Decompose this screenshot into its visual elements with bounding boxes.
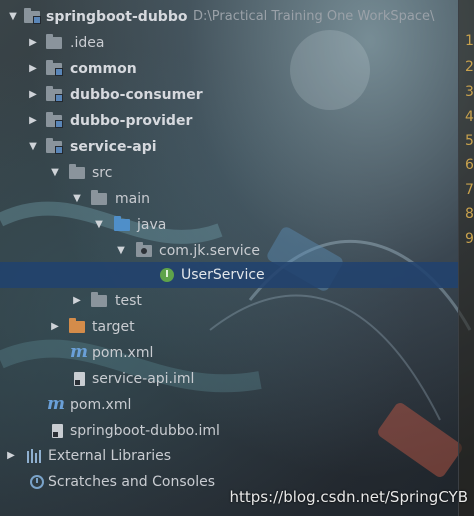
- tree-row-userservice[interactable]: I UserService: [0, 262, 458, 288]
- libraries-icon: [26, 448, 42, 464]
- maven-icon: m: [47, 394, 65, 414]
- expanded-arrow-icon[interactable]: ▼: [114, 238, 128, 264]
- watermark-text: https://blog.csdn.net/SpringCYB: [229, 488, 468, 506]
- tree-item-label: dubbo-consumer: [70, 87, 203, 103]
- module-folder-icon: [46, 60, 63, 76]
- tree-item-label: UserService: [181, 267, 265, 283]
- collapsed-arrow-icon[interactable]: ▶: [48, 314, 62, 340]
- tree-row-src[interactable]: ▼ src: [0, 160, 458, 186]
- tree-item-label: test: [115, 293, 142, 309]
- tree-row-java[interactable]: ▼ java: [0, 212, 458, 238]
- tree-item-label: common: [70, 61, 137, 77]
- iml-file-icon: [74, 372, 85, 386]
- tree-row-test[interactable]: ▶ test: [0, 288, 458, 314]
- tree-row-dubbo-consumer[interactable]: ▶ dubbo-consumer: [0, 82, 458, 108]
- tree-item-label: .idea: [70, 35, 105, 51]
- line-number: 9: [465, 231, 474, 247]
- tree-row-module-pom[interactable]: m pom.xml: [0, 340, 458, 366]
- tree-item-label: service-api: [70, 139, 157, 155]
- source-folder-icon: [114, 216, 130, 231]
- folder-icon: [91, 190, 107, 205]
- line-number: 3: [465, 84, 474, 100]
- tree-item-label: pom.xml: [92, 345, 154, 361]
- collapsed-arrow-icon[interactable]: ▶: [26, 108, 40, 134]
- tree-row-dubbo-provider[interactable]: ▶ dubbo-provider: [0, 108, 458, 134]
- collapsed-arrow-icon[interactable]: ▶: [70, 288, 84, 314]
- tree-item-label: springboot-dubbo.iml: [70, 423, 220, 439]
- collapsed-arrow-icon[interactable]: ▶: [26, 30, 40, 56]
- tree-row-service-api[interactable]: ▼ service-api: [0, 134, 458, 160]
- tree-item-label: External Libraries: [48, 448, 171, 464]
- project-tree: ▼ springboot-dubbo D:\Practical Training…: [0, 0, 458, 516]
- tree-item-label: Scratches and Consoles: [48, 474, 215, 490]
- project-root-name: springboot-dubbo: [46, 9, 188, 25]
- collapsed-arrow-icon[interactable]: ▶: [26, 56, 40, 82]
- line-number: 4: [465, 109, 474, 125]
- tree-item-label: com.jk.service: [159, 243, 260, 259]
- tree-row-main[interactable]: ▼ main: [0, 186, 458, 212]
- tree-item-label: src: [92, 165, 113, 181]
- tree-row-idea[interactable]: ▶ .idea: [0, 30, 458, 56]
- line-number: 7: [465, 182, 474, 198]
- line-number: 8: [465, 206, 474, 222]
- expanded-arrow-icon[interactable]: ▼: [48, 160, 62, 186]
- tree-row-common[interactable]: ▶ common: [0, 56, 458, 82]
- line-number: 6: [465, 157, 474, 173]
- tree-item-label: main: [115, 191, 150, 207]
- expanded-arrow-icon[interactable]: ▼: [70, 186, 84, 212]
- collapsed-arrow-icon[interactable]: ▶: [26, 82, 40, 108]
- maven-icon: m: [70, 342, 88, 362]
- tree-row-root-pom[interactable]: m pom.xml: [0, 392, 458, 418]
- tree-row-module-iml[interactable]: service-api.iml: [0, 366, 458, 392]
- line-number: 1: [465, 33, 474, 49]
- tree-row-package[interactable]: ▼ com.jk.service: [0, 238, 458, 264]
- tree-item-label: java: [137, 217, 167, 233]
- project-root-path: D:\Practical Training One WorkSpace\: [193, 9, 435, 24]
- module-folder-icon: [46, 86, 63, 102]
- iml-file-icon: [52, 424, 63, 438]
- line-number: 5: [465, 133, 474, 149]
- excluded-folder-icon: [69, 318, 85, 333]
- tree-item-label: target: [92, 319, 135, 335]
- module-folder-icon: [46, 138, 63, 154]
- tree-item-label: dubbo-provider: [70, 113, 193, 129]
- tree-row-target[interactable]: ▶ target: [0, 314, 458, 340]
- package-icon: [136, 242, 152, 257]
- line-number: 2: [465, 59, 474, 75]
- tree-item-label: service-api.iml: [92, 371, 195, 387]
- interface-icon: I: [160, 268, 174, 282]
- collapsed-arrow-icon[interactable]: ▶: [4, 443, 18, 469]
- folder-icon: [46, 34, 62, 49]
- module-folder-icon: [46, 112, 63, 128]
- folder-icon: [91, 292, 107, 307]
- tree-row-external-libraries[interactable]: ▶ External Libraries: [0, 443, 458, 469]
- expanded-arrow-icon[interactable]: ▼: [26, 134, 40, 160]
- tree-row-root-iml[interactable]: springboot-dubbo.iml: [0, 418, 458, 444]
- tree-item-label: pom.xml: [70, 397, 132, 413]
- scratches-icon: [30, 475, 44, 489]
- expanded-arrow-icon[interactable]: ▼: [92, 212, 106, 238]
- module-folder-icon: [24, 8, 41, 24]
- tree-row-root[interactable]: ▼ springboot-dubbo D:\Practical Training…: [0, 4, 458, 30]
- folder-icon: [69, 164, 85, 179]
- expanded-arrow-icon[interactable]: ▼: [6, 4, 20, 30]
- editor-gutter: 1 2 3 4 5 6 7 8 9: [458, 0, 474, 516]
